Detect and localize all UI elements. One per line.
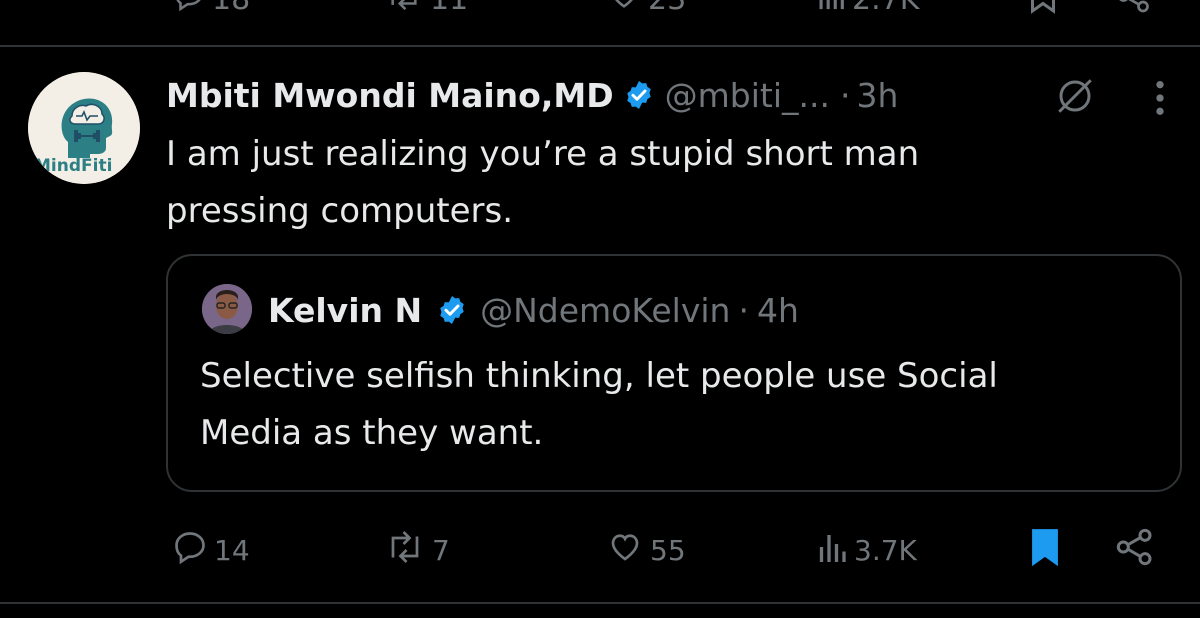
prev-repost-count: 11 [430, 0, 468, 17]
author-name[interactable]: Mbiti Mwondi Maino,MD [166, 76, 614, 115]
quoted-author-name[interactable]: Kelvin N [268, 291, 422, 330]
quoted-separator-dot: · [738, 290, 749, 330]
more-vertical-icon[interactable] [1150, 78, 1170, 122]
like-count: 55 [650, 533, 686, 567]
repost-button[interactable]: 7 [384, 528, 450, 572]
share-button[interactable] [1112, 528, 1158, 572]
quoted-tweet[interactable]: Kelvin N @NdemoKelvin · 4h Selective sel… [166, 254, 1182, 492]
quoted-author-handle[interactable]: @NdemoKelvin [480, 291, 730, 330]
prev-bookmark-button[interactable] [1028, 0, 1058, 22]
heart-icon [606, 0, 642, 20]
prev-share-button[interactable] [1112, 0, 1156, 22]
share-icon [1112, 527, 1158, 574]
heart-icon [606, 529, 644, 572]
reply-icon [172, 0, 206, 20]
views-icon [816, 0, 846, 20]
tweet-time[interactable]: 3h [856, 76, 898, 115]
view-count: 3.7K [854, 533, 917, 567]
prev-reply-button[interactable]: 18 [172, 0, 250, 20]
views-icon [816, 529, 848, 572]
reply-icon [172, 529, 208, 572]
repost-count: 7 [432, 533, 450, 567]
bookmark-icon [1028, 0, 1058, 22]
tweet-header: Mbiti Mwondi Maino,MD @mbiti_... · 3h [166, 70, 898, 120]
tweet-divider-bottom [0, 602, 1200, 604]
avatar-brand-text: MindFiti [34, 156, 113, 176]
tweet-text-line-2: pressing computers. [166, 191, 514, 231]
prev-like-button[interactable]: 23 [606, 0, 686, 20]
bookmark-icon [1028, 527, 1062, 574]
tweet-text: I am just realizing you’re a stupid shor… [166, 126, 1166, 240]
quoted-text-line-2: Media as they want. [200, 413, 544, 453]
author-handle[interactable]: @mbiti_... [665, 76, 830, 115]
prev-view-count: 2.7K [852, 0, 919, 17]
prev-reply-count: 18 [212, 0, 250, 17]
previous-tweet-actions: 18 11 23 2.7K [0, 0, 1200, 18]
quoted-author-avatar[interactable] [202, 284, 252, 334]
share-icon [1112, 0, 1156, 22]
grok-icon[interactable] [1050, 75, 1100, 121]
quoted-tweet-time[interactable]: 4h [757, 291, 799, 330]
reply-count: 14 [214, 533, 250, 567]
quoted-tweet-text: Selective selfish thinking, let people u… [200, 348, 1160, 462]
reply-button[interactable]: 14 [172, 528, 250, 572]
separator-dot: · [839, 75, 851, 115]
bookmark-button[interactable] [1028, 528, 1062, 572]
prev-views-button[interactable]: 2.7K [816, 0, 919, 20]
prev-repost-button[interactable]: 11 [384, 0, 468, 20]
verified-badge-icon[interactable] [436, 294, 468, 326]
repost-icon [384, 529, 426, 572]
repost-icon [384, 0, 424, 20]
verified-badge-icon[interactable] [623, 79, 655, 111]
views-button[interactable]: 3.7K [816, 528, 917, 572]
tweet-text-line-1: I am just realizing you’re a stupid shor… [166, 134, 920, 174]
prev-like-count: 23 [648, 0, 686, 17]
quoted-tweet-header: Kelvin N @NdemoKelvin · 4h [268, 288, 799, 332]
quoted-text-line-1: Selective selfish thinking, let people u… [200, 356, 998, 396]
author-avatar[interactable]: MindFiti [28, 72, 140, 184]
like-button[interactable]: 55 [606, 528, 686, 572]
tweet-divider-top [0, 45, 1200, 47]
